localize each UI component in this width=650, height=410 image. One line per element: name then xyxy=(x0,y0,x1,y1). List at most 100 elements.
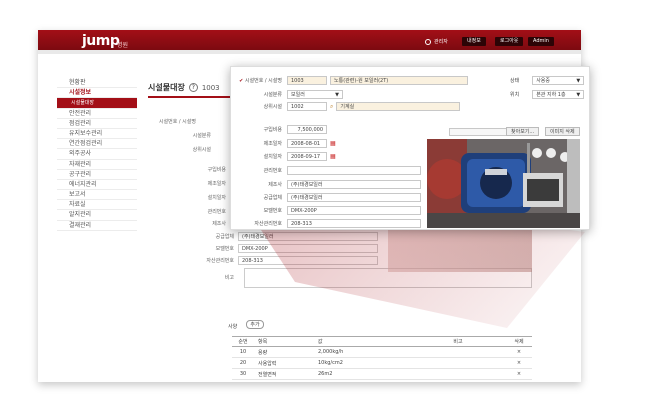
sidebar-item-facility-register[interactable]: 시설물대장 xyxy=(57,98,137,109)
sidebar-item-outsourcing[interactable]: 외주공사 xyxy=(57,149,137,160)
facility-label: ✔ 시설번호 / 시설명 xyxy=(232,77,284,84)
zoom-row-category: 시설분류 보일러 ▼ xyxy=(232,90,343,99)
mfg-date-label: 제조일자 xyxy=(263,141,282,147)
category-select-value: 보일러 xyxy=(291,91,305,98)
sidebar-item-maintenance[interactable]: 유지보수관리 xyxy=(57,129,137,140)
spec-value[interactable]: 2,000kg/h xyxy=(314,349,410,355)
question-icon[interactable]: ? xyxy=(188,83,198,92)
col-header: 비고 xyxy=(453,339,463,345)
bg-label: 모델번호 xyxy=(215,246,234,252)
calendar-icon[interactable]: ▦ xyxy=(330,153,336,160)
sidebar-item-tools[interactable]: 공구관리 xyxy=(57,170,137,180)
table-row: 20 사용압력 10kg/cm2 × xyxy=(232,358,532,369)
spec-item[interactable]: 용량 xyxy=(254,349,314,356)
mgmt-no-field[interactable] xyxy=(287,166,421,175)
sidebar: 현황판 시설정보 시설물대장 안전관리 점검관리 유지보수관리 연간점검관리 외… xyxy=(57,78,137,231)
sidebar-item-reports[interactable]: 보고서 xyxy=(57,190,137,201)
sidebar-item-dashboard[interactable]: 현황판 xyxy=(57,78,137,89)
spec-no: 20 xyxy=(239,360,247,366)
admin-button[interactable]: Admin xyxy=(528,37,554,46)
spec-no: 30 xyxy=(239,371,247,377)
parent-label: 상위시설 xyxy=(263,104,282,110)
page-title: 시설물대장 ? 1003 xyxy=(148,82,220,93)
bg-label: 제조일자 xyxy=(207,181,226,187)
zoom-row-cost: 구입비용 7,500,000 xyxy=(232,125,327,134)
user-icon xyxy=(425,38,431,45)
user-name: 관리자 xyxy=(434,39,448,45)
chevron-down-icon: ▼ xyxy=(576,77,581,84)
zoom-asset-no-field[interactable]: 208-313 xyxy=(287,219,421,228)
spec-table-header: 순번 항목 값 비고 삭제 xyxy=(232,336,532,347)
bg-label: 자산관리번호 xyxy=(206,258,234,264)
zoom-model-field[interactable]: DMX-200P xyxy=(287,206,421,215)
zoom-row-install-date: 설치일자 2008-09-17 ▦ xyxy=(232,152,336,161)
bg-row-remark: 비고 xyxy=(168,274,238,281)
search-icon[interactable]: ⌕ xyxy=(330,103,333,111)
sidebar-item-notices[interactable]: 알지관리 xyxy=(57,210,137,221)
location-select-value: 본관 지하 1층 xyxy=(536,91,566,98)
parent-code-field[interactable]: 1002 xyxy=(287,102,327,111)
bg-label: 제조사 xyxy=(212,221,226,227)
chevron-down-icon: ▼ xyxy=(335,91,339,98)
title-underline xyxy=(148,96,238,98)
sidebar-item-materials[interactable]: 자재관리 xyxy=(57,160,137,170)
table-row: 30 전열면적 26m2 × xyxy=(232,369,532,380)
bg-label: 구입비용 xyxy=(207,167,226,173)
screenshot-stage: jump 병원 관리자 내정보 로그아웃 Admin 현황판 시설정보 시설물대… xyxy=(0,0,650,410)
install-date-field[interactable]: 2008-09-17 xyxy=(287,152,327,161)
zoom-row-status: 상태 사용중 ▼ xyxy=(510,76,585,85)
sidebar-item-safety[interactable]: 안전관리 xyxy=(57,109,137,119)
browse-button[interactable]: 찾아보기... xyxy=(506,127,540,136)
add-spec-button[interactable]: 추가 xyxy=(246,320,264,329)
bg-row-mfg-date: 제조일자 xyxy=(160,180,230,187)
sidebar-item-energy[interactable]: 에너지관리 xyxy=(57,180,137,191)
bg-label: 설치일자 xyxy=(207,195,226,201)
facility-name-field[interactable]: 노통(관련)-원 보일러(2T) xyxy=(330,76,468,85)
my-info-button[interactable]: 내정보 xyxy=(462,37,486,46)
category-select[interactable]: 보일러 ▼ xyxy=(287,90,343,99)
status-select[interactable]: 사용중 ▼ xyxy=(532,76,585,85)
facility-no-field[interactable]: 1003 xyxy=(287,76,327,85)
boiler-photo-illustration xyxy=(427,139,580,228)
status-select-value: 사용중 xyxy=(536,77,551,84)
delete-image-button[interactable]: 이미지 삭제 xyxy=(545,127,580,136)
sidebar-item-annual-inspection[interactable]: 연간점검관리 xyxy=(57,139,137,150)
facility-label-text: 시설번호 / 시설명 xyxy=(244,78,282,84)
spec-item[interactable]: 전열면적 xyxy=(254,371,314,378)
location-select[interactable]: 본관 지하 1층 ▼ xyxy=(532,90,585,99)
zoom-row-model: 모델번호 DMX-200P xyxy=(232,206,421,215)
cost-label: 구입비용 xyxy=(263,127,282,133)
delete-icon[interactable]: × xyxy=(506,349,532,355)
zoom-row-supplier: 공급업체 (주)태경보일러 xyxy=(232,193,421,202)
maker-field[interactable]: (주)태경보일러 xyxy=(287,180,421,189)
app-logo-subtitle: 병원 xyxy=(117,42,129,49)
sidebar-item-inspection[interactable]: 점검관리 xyxy=(57,119,137,129)
parent-name-field[interactable]: 기계실 xyxy=(336,102,461,111)
zoom-row-maker: 제조사 (주)태경보일러 xyxy=(232,180,421,189)
table-row: 10 용량 2,000kg/h × xyxy=(232,347,532,358)
zoom-row-mgmt-no: 관리번호 xyxy=(232,166,421,175)
spec-value[interactable]: 10kg/cm2 xyxy=(314,360,410,366)
bg-row-cost: 구입비용 xyxy=(160,166,230,173)
sidebar-item-approval[interactable]: 결재관리 xyxy=(57,221,137,231)
asset-no-label: 자산관리번호 xyxy=(254,221,282,227)
spec-value[interactable]: 26m2 xyxy=(314,371,410,377)
mfg-date-field[interactable]: 2008-08-01 xyxy=(287,139,327,148)
bg-label: 관리번호 xyxy=(207,209,226,215)
spec-item[interactable]: 사용압력 xyxy=(254,360,314,367)
delete-icon[interactable]: × xyxy=(506,360,532,366)
sidebar-item-facility-info[interactable]: 시설정보 xyxy=(57,88,137,99)
col-header: 항목 xyxy=(258,339,268,345)
zoom-supplier-field[interactable]: (주)태경보일러 xyxy=(287,193,421,202)
bg-row-parent: 상위시설 xyxy=(145,146,215,153)
col-header: 값 xyxy=(318,339,323,345)
logout-button[interactable]: 로그아웃 xyxy=(495,37,524,46)
app-logo[interactable]: jump xyxy=(82,33,120,49)
zoom-row-facility: ✔ 시설번호 / 시설명 1003 노통(관련)-원 보일러(2T) xyxy=(232,76,468,85)
zoom-row-asset-no: 자산관리번호 208-313 xyxy=(232,219,421,228)
cost-field[interactable]: 7,500,000 xyxy=(287,125,327,134)
sidebar-item-library[interactable]: 자료실 xyxy=(57,200,137,211)
delete-icon[interactable]: × xyxy=(506,371,532,377)
bg-label: 공급업체 xyxy=(215,234,234,240)
calendar-icon[interactable]: ▦ xyxy=(330,140,336,147)
